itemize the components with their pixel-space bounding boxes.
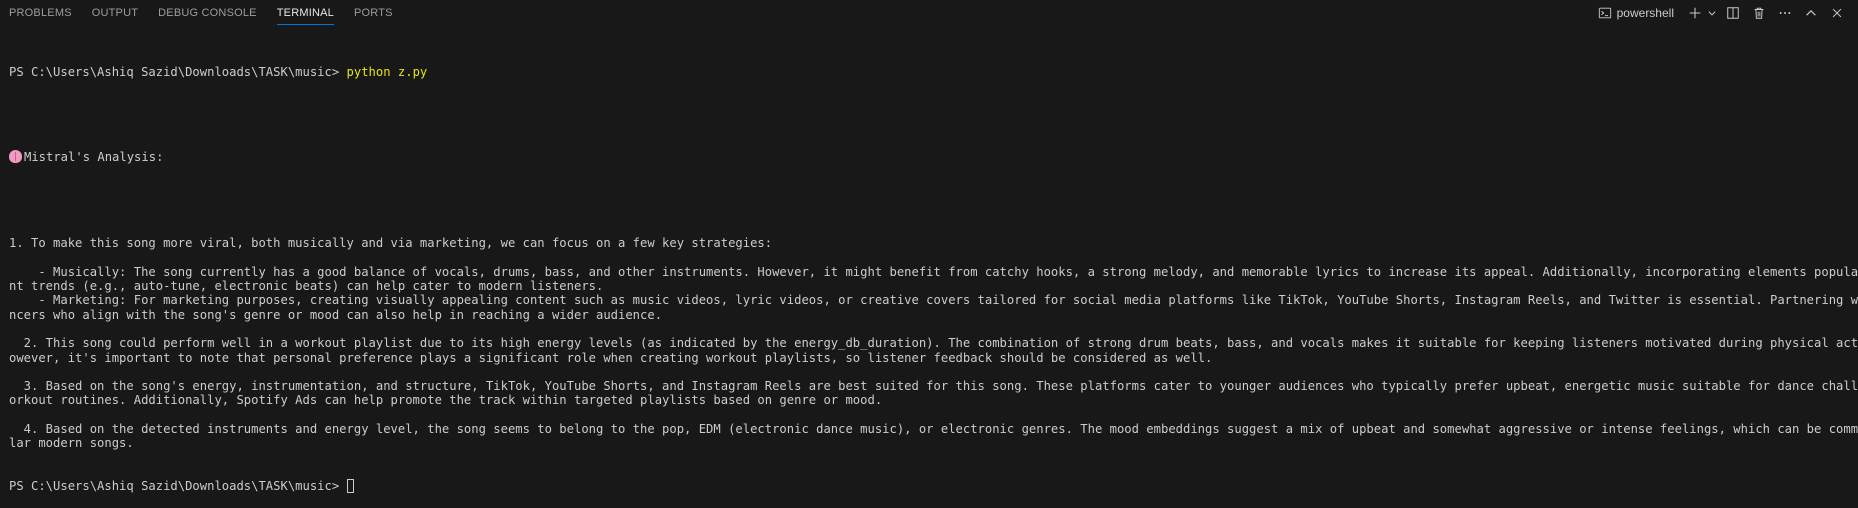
terminal-icon	[1598, 6, 1612, 20]
terminal-line: lar modern songs.	[9, 436, 134, 451]
terminal-line: 2. This song could perform well in a wor…	[9, 336, 1858, 351]
terminal-output[interactable]: PS C:\Users\Ashiq Sazid\Downloads\TASK\m…	[9, 36, 1858, 508]
prompt: PS C:\Users\Ashiq Sazid\Downloads\TASK\m…	[9, 64, 347, 79]
terminal-line: - Musically: The song currently has a go…	[9, 264, 1858, 279]
terminal-line: orkout routines. Additionally, Spotify A…	[9, 393, 883, 408]
analysis-output: 1. To make this song more viral, both mu…	[9, 236, 1858, 451]
terminal-line: owever, it's important to note that pers…	[9, 350, 1213, 365]
tab-ports[interactable]: PORTS	[344, 0, 403, 26]
new-terminal-group	[1684, 2, 1718, 24]
panel-header: PROBLEMS OUTPUT DEBUG CONSOLE TERMINAL P…	[0, 0, 1858, 26]
close-panel-button[interactable]	[1826, 2, 1848, 24]
chevron-down-icon	[1707, 8, 1717, 18]
close-icon	[1830, 6, 1844, 20]
launch-profile-button[interactable]	[1706, 2, 1718, 24]
terminal-line: - Marketing: For marketing purposes, cre…	[9, 293, 1858, 308]
brain-icon	[9, 150, 22, 164]
terminal-line: PS C:\Users\Ashiq Sazid\Downloads\TASK\m…	[9, 65, 1851, 79]
split-terminal-button[interactable]	[1722, 2, 1744, 24]
tab-terminal[interactable]: TERMINAL	[267, 0, 344, 26]
split-icon	[1726, 6, 1740, 20]
panel-tabs: PROBLEMS OUTPUT DEBUG CONSOLE TERMINAL P…	[0, 0, 403, 26]
terminal-selector[interactable]: powershell	[1592, 2, 1680, 24]
more-actions-button[interactable]	[1774, 2, 1796, 24]
maximize-panel-button[interactable]	[1800, 2, 1822, 24]
terminal-name: powershell	[1616, 6, 1674, 20]
tab-output[interactable]: OUTPUT	[82, 0, 148, 26]
terminal-line: PS C:\Users\Ashiq Sazid\Downloads\TASK\m…	[9, 479, 1851, 494]
trash-icon	[1752, 6, 1766, 20]
command: python z.py	[346, 64, 428, 79]
new-terminal-button[interactable]	[1684, 2, 1706, 24]
terminal-line: 1. To make this song more viral, both mu…	[9, 236, 773, 251]
terminal-line: 4. Based on the detected instruments and…	[9, 422, 1858, 437]
more-icon	[1778, 6, 1792, 20]
terminal-line: 3. Based on the song's energy, instrumen…	[9, 379, 1858, 394]
kill-terminal-button[interactable]	[1748, 2, 1770, 24]
tab-debug-console[interactable]: DEBUG CONSOLE	[148, 0, 267, 26]
plus-icon	[1688, 6, 1702, 20]
cursor	[346, 479, 354, 494]
panel-actions: powershell	[1592, 0, 1858, 26]
tab-problems[interactable]: PROBLEMS	[9, 0, 82, 26]
analysis-header: Mistral's Analysis:	[24, 150, 164, 165]
terminal-line: ncers who align with the song's genre or…	[9, 307, 663, 322]
terminal-line: Mistral's Analysis:	[9, 150, 1851, 164]
terminal-line: nt trends (e.g., auto-tune, electronic b…	[9, 279, 604, 294]
prompt: PS C:\Users\Ashiq Sazid\Downloads\TASK\m…	[9, 479, 347, 494]
chevron-up-icon	[1804, 6, 1818, 20]
